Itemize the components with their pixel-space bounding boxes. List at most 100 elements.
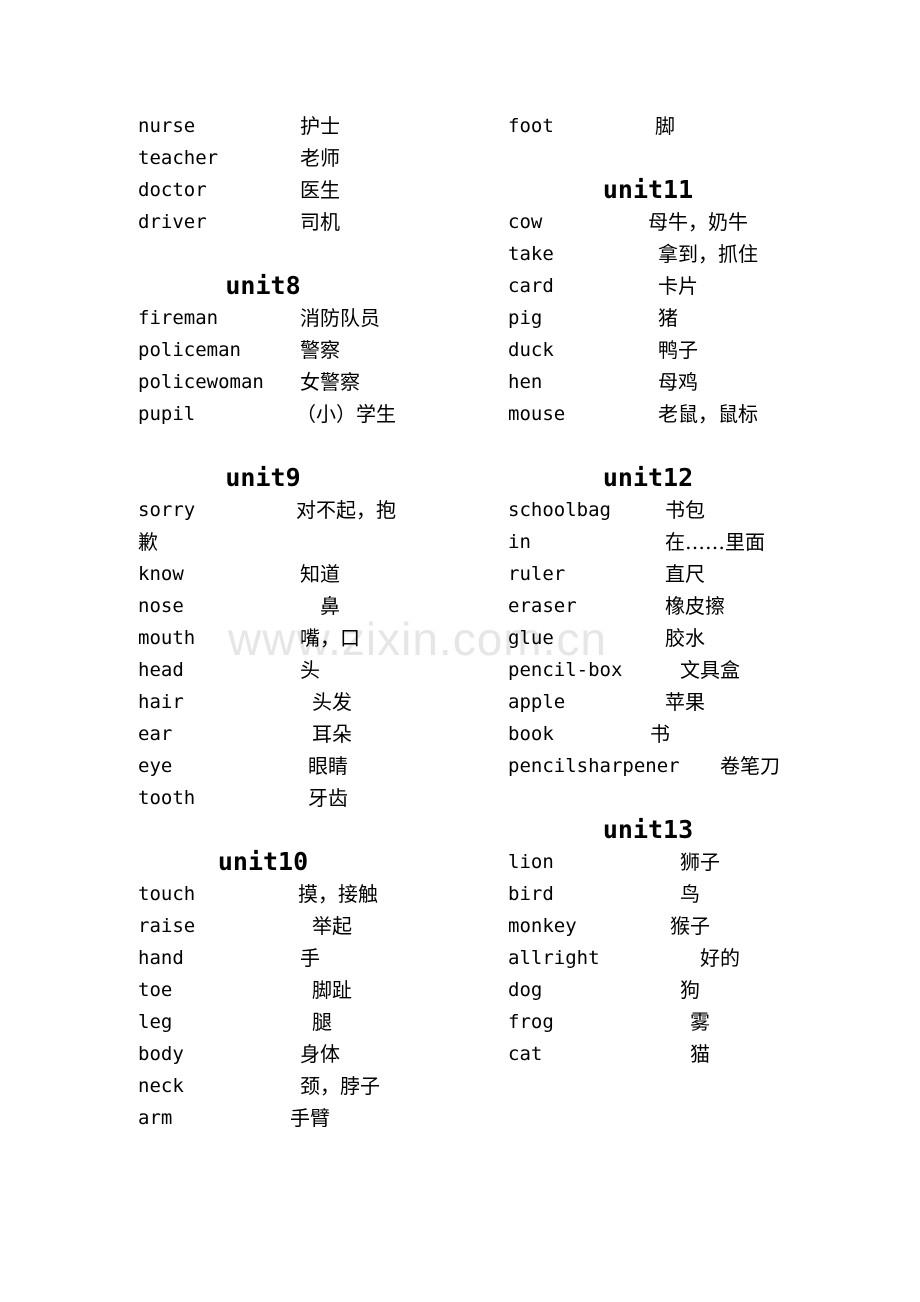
vocabulary-row: nose 鼻 [138, 590, 488, 622]
vocabulary-row: nurse 护士 [138, 110, 488, 142]
vocabulary-term-english: ear [138, 723, 173, 745]
vocabulary-term-chinese: 医生 [300, 178, 340, 202]
vocabulary-term-english: teacher [138, 147, 219, 169]
vocabulary-row: ear 耳朵 [138, 718, 488, 750]
vocabulary-term-english: eye [138, 755, 173, 777]
vocabulary-term-chinese: 卷笔刀 [720, 754, 780, 778]
vocabulary-row: raise 举起 [138, 910, 488, 942]
vocabulary-term-english: in [508, 531, 531, 553]
vocabulary-term-english: allright [508, 947, 600, 969]
vocabulary-row: pupil （小）学生 [138, 398, 488, 430]
vocabulary-row: sorry 对不起，抱 [138, 494, 488, 526]
vocabulary-term-chinese: 狮子 [680, 850, 720, 874]
vocabulary-term-chinese: 女警察 [300, 370, 360, 394]
vocabulary-row: tooth 牙齿 [138, 782, 488, 814]
vocabulary-row: know 知道 [138, 558, 488, 590]
vocabulary-term-chinese: 鸭子 [658, 338, 698, 362]
vocabulary-term-english: policewoman [138, 371, 264, 393]
vocabulary-term-english: fireman [138, 307, 219, 329]
vocabulary-term-chinese: 手 [300, 946, 320, 970]
unit-heading: unit13 [602, 815, 694, 844]
vocabulary-term-chinese: 眼睛 [308, 754, 348, 778]
vocabulary-row: ruler 直尺 [508, 558, 908, 590]
vocabulary-row: cat 猫 [508, 1038, 908, 1070]
vocabulary-term-english: bird [508, 883, 554, 905]
vocabulary-term-chinese: 老师 [300, 146, 340, 170]
vocabulary-term-chinese: 司机 [300, 210, 340, 234]
vocabulary-row: hair 头发 [138, 686, 488, 718]
vocabulary-term-english: nurse [138, 115, 196, 137]
vocabulary-row: hen 母鸡 [508, 366, 908, 398]
vocabulary-row: policeman 警察 [138, 334, 488, 366]
vocabulary-row: mouth 嘴，口 [138, 622, 488, 654]
vocabulary-column-left: nurse 护士 teacher 老师 doctor 医生 driver 司机 unit8 fir… [138, 110, 488, 1134]
vocabulary-term-chinese: 嘴，口 [300, 626, 360, 650]
vocabulary-term-chinese: 书 [650, 722, 670, 746]
vocabulary-term-chinese: 雾 [690, 1010, 710, 1034]
vocabulary-term-chinese: 鼻 [320, 594, 340, 618]
vocabulary-term-chinese: 母牛，奶牛 [648, 210, 748, 234]
vocabulary-term-chinese: 猪 [658, 306, 678, 330]
vocabulary-term-english: apple [508, 691, 566, 713]
vocabulary-row: pencil-box 文具盒 [508, 654, 908, 686]
vocabulary-term-english: doctor [138, 179, 207, 201]
vocabulary-row: mouse 老鼠，鼠标 [508, 398, 908, 430]
vocabulary-term-english: lion [508, 851, 554, 873]
vocabulary-term-chinese: 猫 [690, 1042, 710, 1066]
vocabulary-term-english: take [508, 243, 554, 265]
vocabulary-term-chinese: 卡片 [658, 274, 698, 298]
vocabulary-row: touch 摸，接触 [138, 878, 488, 910]
vocabulary-term-english: nose [138, 595, 184, 617]
vocabulary-term-english: policeman [138, 339, 241, 361]
vocabulary-row: eye 眼睛 [138, 750, 488, 782]
vocabulary-term-chinese: 头 [300, 658, 320, 682]
vocabulary-term-english: pencil-box [508, 659, 623, 681]
unit-heading: unit12 [602, 463, 694, 492]
vocabulary-term-english: book [508, 723, 554, 745]
vocabulary-term-english: glue [508, 627, 554, 649]
vocabulary-term-english: monkey [508, 915, 577, 937]
vocabulary-term-chinese: 老鼠，鼠标 [658, 402, 758, 426]
vocabulary-page: www.zixin.com.cn nurse 护士 teacher 老师 doctor 医… [0, 0, 920, 1302]
vocabulary-term-chinese: 歉 [138, 530, 158, 554]
vocabulary-term-english: dog [508, 979, 543, 1001]
vocabulary-row: leg 腿 [138, 1006, 488, 1038]
vocabulary-row: pencilsharpener 卷笔刀 [508, 750, 908, 782]
vocabulary-row: neck 颈，脖子 [138, 1070, 488, 1102]
vocabulary-term-english: leg [138, 1011, 173, 1033]
vocabulary-term-chinese: 对不起，抱 [296, 498, 396, 522]
vocabulary-row: take 拿到，抓住 [508, 238, 908, 270]
vocabulary-row: head 头 [138, 654, 488, 686]
vocabulary-term-chinese: 书包 [665, 498, 705, 522]
vocabulary-term-chinese: 举起 [312, 914, 352, 938]
vocabulary-row: lion 狮子 [508, 846, 908, 878]
vocabulary-row: duck 鸭子 [508, 334, 908, 366]
vocabulary-term-english: foot [508, 115, 554, 137]
vocabulary-term-chinese: 腿 [312, 1010, 332, 1034]
vocabulary-term-english: touch [138, 883, 196, 905]
unit-heading: unit8 [225, 271, 301, 300]
vocabulary-term-english: driver [138, 211, 207, 233]
vocabulary-term-english: ruler [508, 563, 566, 585]
vocabulary-row: dog 狗 [508, 974, 908, 1006]
vocabulary-term-chinese: 好的 [700, 946, 740, 970]
vocabulary-term-english: pig [508, 307, 543, 329]
vocabulary-term-english: duck [508, 339, 554, 361]
unit-heading: unit11 [602, 175, 694, 204]
vocabulary-term-chinese: 消防队员 [300, 306, 380, 330]
vocabulary-term-chinese: 颈，脖子 [300, 1074, 380, 1098]
vocabulary-term-english: head [138, 659, 184, 681]
vocabulary-row: card 卡片 [508, 270, 908, 302]
vocabulary-term-english: hen [508, 371, 543, 393]
vocabulary-term-english: frog [508, 1011, 554, 1033]
vocabulary-term-chinese: 苹果 [665, 690, 705, 714]
vocabulary-row: hand 手 [138, 942, 488, 974]
vocabulary-row-continuation: 歉 [138, 526, 488, 558]
vocabulary-term-chinese: 拿到，抓住 [658, 242, 758, 266]
vocabulary-term-chinese: 摸，接触 [298, 882, 378, 906]
vocabulary-term-chinese: 文具盒 [680, 658, 740, 682]
vocabulary-term-english: raise [138, 915, 196, 937]
vocabulary-term-english: toe [138, 979, 173, 1001]
